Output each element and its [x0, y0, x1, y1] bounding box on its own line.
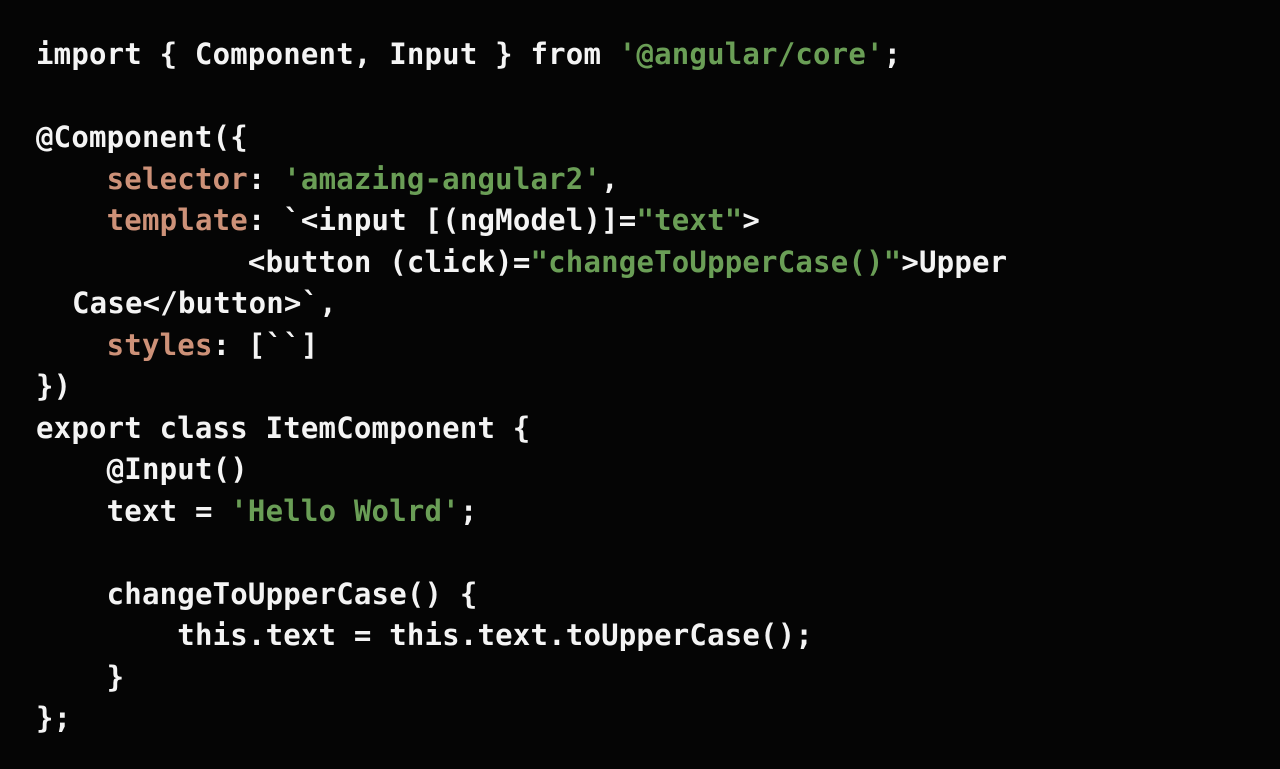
code-token-string: '@angular/core' [618, 37, 884, 71]
code-line: selector: 'amazing-angular2', [36, 159, 1246, 201]
code-line: export class ItemComponent { [36, 408, 1246, 450]
code-line: }) [36, 366, 1246, 408]
code-token-plain: @Input() [36, 452, 248, 486]
code-token-plain: > [742, 203, 761, 237]
code-token-string: 'amazing-angular2' [283, 161, 602, 196]
code-token-plain: } [36, 659, 125, 694]
code-token-plain: <button (click)= [36, 244, 531, 279]
code-screenshot: import { Component, Input } from '@angul… [0, 0, 1280, 769]
code-line: <button (click)="changeToUpperCase()">Up… [36, 242, 1246, 325]
code-token-property: selector [106, 161, 248, 196]
code-token-plain: , [601, 161, 619, 196]
code-line: this.text = this.text.toUpperCase(); [36, 615, 1246, 657]
code-token-property: template [106, 203, 248, 237]
code-token-string: "text" [636, 203, 743, 237]
code-token-plain: import { Component, Input } from [36, 37, 619, 71]
code-token-plain: ; [459, 493, 478, 528]
code-editor-content[interactable]: import { Component, Input } from '@angul… [36, 34, 1246, 740]
code-token-plain: : [247, 161, 284, 196]
code-line: @Component({ [36, 117, 1246, 159]
code-line: import { Component, Input } from '@angul… [36, 34, 1246, 76]
code-token-string: "changeToUpperCase()" [530, 244, 902, 279]
code-token-property: styles [106, 327, 213, 362]
code-line: changeToUpperCase() { [36, 574, 1246, 616]
code-token-plain: }; [36, 701, 72, 735]
code-line: styles: [``] [36, 325, 1246, 367]
code-line: @Input() [36, 449, 1246, 491]
code-token-plain: : [``] [212, 327, 319, 362]
code-line: text = 'Hello Wolrd'; [36, 491, 1246, 533]
code-token-plain: text = [36, 493, 231, 528]
code-line: template: `<input [(ngModel)]="text"> [36, 200, 1246, 242]
code-token-plain: ; [883, 37, 902, 71]
code-token-plain: @Component({ [36, 120, 248, 154]
code-line: }; [36, 698, 1246, 740]
code-token-string: 'Hello Wolrd' [230, 493, 460, 528]
code-token-plain: changeToUpperCase() { [36, 576, 478, 611]
code-token-plain: export class ItemComponent { [36, 410, 531, 445]
code-token-plain: this.text = this.text.toUpperCase(); [36, 618, 814, 652]
code-line: } [36, 657, 1246, 699]
code-token-plain: : `<input [(ngModel)]= [247, 203, 637, 237]
code-token-plain: }) [36, 369, 72, 403]
